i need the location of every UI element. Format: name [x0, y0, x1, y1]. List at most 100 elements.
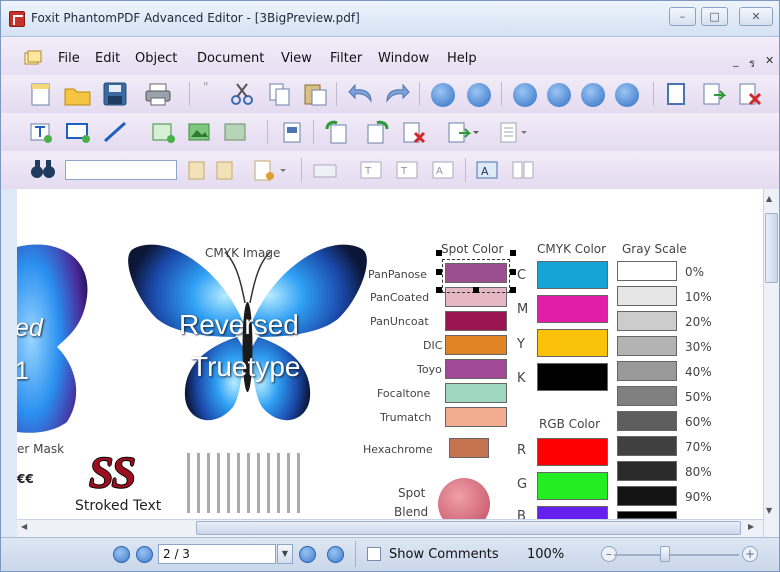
zoom-out-icon[interactable]: [467, 83, 491, 107]
single-page-icon[interactable]: [663, 81, 689, 107]
cmyk-swatch-cyan[interactable]: [537, 261, 608, 289]
gray-swatch-50[interactable]: [617, 386, 677, 406]
page-properties-icon[interactable]: [279, 119, 307, 145]
shape-tool-icon[interactable]: [63, 119, 93, 145]
line-tool-icon[interactable]: [101, 119, 131, 145]
zoom-in-button[interactable]: +: [742, 546, 758, 562]
cmyk-swatch-yellow[interactable]: [537, 329, 608, 357]
copy-icon[interactable]: [265, 81, 295, 107]
undo-small-icon[interactable]: ": [200, 81, 220, 107]
paste-icon[interactable]: [301, 81, 331, 107]
gray-swatch-30[interactable]: [617, 336, 677, 356]
export-page-icon[interactable]: [699, 81, 729, 107]
save-icon[interactable]: [101, 81, 129, 107]
gray-swatch-80[interactable]: [617, 461, 677, 481]
selection-handle[interactable]: [436, 269, 442, 275]
undo-icon[interactable]: [347, 81, 377, 107]
scroll-right-arrow-icon[interactable]: ▶: [748, 522, 754, 531]
redo-icon[interactable]: [381, 81, 411, 107]
find-previous-icon[interactable]: [183, 157, 213, 183]
last-page-nav-icon[interactable]: [327, 546, 344, 563]
text-field-icon[interactable]: T: [393, 157, 423, 183]
zoom-slider-track[interactable]: [614, 554, 739, 556]
rgb-swatch-blue[interactable]: [537, 506, 608, 519]
horizontal-scroll-thumb[interactable]: [196, 521, 741, 535]
selection-handle[interactable]: [510, 269, 516, 275]
spot-swatch-focaltone[interactable]: [445, 383, 507, 403]
gray-swatch-90[interactable]: [617, 486, 677, 506]
show-comments-checkbox[interactable]: [367, 547, 381, 561]
doc-restore-button[interactable]: ร: [749, 54, 755, 72]
open-folder-icon[interactable]: [63, 81, 93, 107]
insert-pages-icon[interactable]: [445, 119, 479, 145]
gray-swatch-100[interactable]: [617, 511, 677, 519]
page-layout-icon[interactable]: [495, 119, 529, 145]
form-field-icon[interactable]: [309, 157, 339, 183]
delete-pages-icon[interactable]: [399, 119, 429, 145]
cut-icon[interactable]: [227, 81, 257, 107]
rotate-right-icon[interactable]: [361, 119, 391, 145]
zoom-in-icon[interactable]: [431, 83, 455, 107]
gray-swatch-10[interactable]: [617, 286, 677, 306]
menu-object[interactable]: Object: [135, 51, 177, 66]
rotate-left-icon[interactable]: [323, 119, 353, 145]
doc-close-button[interactable]: ✕: [765, 54, 774, 67]
cmyk-swatch-black[interactable]: [537, 363, 608, 391]
foxit-app-icon[interactable]: [9, 11, 25, 27]
next-page-icon[interactable]: [581, 83, 605, 107]
text-tool-icon[interactable]: [27, 119, 55, 145]
spot-swatch-trumatch[interactable]: [445, 407, 507, 427]
gray-swatch-60[interactable]: [617, 411, 677, 431]
page-dropdown-button[interactable]: ▼: [277, 544, 293, 564]
menu-file[interactable]: File: [58, 51, 80, 66]
next-page-nav-icon[interactable]: [299, 546, 316, 563]
zoom-slider-thumb[interactable]: [660, 546, 670, 562]
scroll-down-arrow-icon[interactable]: ▼: [766, 506, 772, 515]
first-page-nav-icon[interactable]: [113, 546, 130, 563]
spot-swatch-panuncoat[interactable]: [445, 311, 507, 331]
gray-swatch-70[interactable]: [617, 436, 677, 456]
selection-handle[interactable]: [473, 287, 479, 293]
menu-filter[interactable]: Filter: [330, 51, 362, 66]
selection-handle[interactable]: [510, 250, 516, 256]
find-binoculars-icon[interactable]: [29, 157, 57, 183]
spot-blend-circle[interactable]: [438, 478, 490, 519]
spot-swatch-hexachrome[interactable]: [449, 438, 489, 458]
menu-help[interactable]: Help: [447, 51, 477, 66]
rgb-swatch-red[interactable]: [537, 438, 608, 466]
gray-swatch-0[interactable]: [617, 261, 677, 281]
column-view-icon[interactable]: [509, 157, 539, 183]
text-box-icon[interactable]: T: [357, 157, 387, 183]
gray-swatch-20[interactable]: [617, 311, 677, 331]
image-tool-icon[interactable]: [149, 119, 179, 145]
scroll-up-arrow-icon[interactable]: ▲: [766, 194, 772, 203]
page-number-input[interactable]: 2 / 3: [158, 544, 276, 564]
minimize-button[interactable]: –: [669, 7, 696, 26]
insert-image-icon[interactable]: [185, 119, 215, 145]
gray-swatch-40[interactable]: [617, 361, 677, 381]
document-canvas[interactable]: ed 1 er Mask €€ CMYK Image: [17, 189, 763, 519]
first-page-icon[interactable]: [513, 83, 537, 107]
maximize-button[interactable]: □: [701, 7, 728, 26]
scroll-left-arrow-icon[interactable]: ◀: [21, 522, 27, 531]
previous-page-nav-icon[interactable]: [136, 546, 153, 563]
selection-handle[interactable]: [436, 287, 442, 293]
delete-page-icon[interactable]: [735, 81, 765, 107]
new-document-icon[interactable]: [27, 81, 55, 107]
cmyk-swatch-magenta[interactable]: [537, 295, 608, 323]
vertical-scroll-thumb[interactable]: [765, 213, 778, 283]
close-button[interactable]: ✕: [739, 7, 773, 26]
find-options-icon[interactable]: [249, 157, 289, 183]
spot-swatch-dic[interactable]: [445, 335, 507, 355]
menu-document[interactable]: Document: [197, 51, 264, 66]
shading-tool-icon[interactable]: [221, 119, 251, 145]
selection-handle[interactable]: [510, 287, 516, 293]
all-text-icon[interactable]: A: [429, 157, 459, 183]
selection-handle[interactable]: [436, 250, 442, 256]
menu-edit[interactable]: Edit: [95, 51, 120, 66]
search-input[interactable]: [65, 160, 177, 180]
rgb-swatch-green[interactable]: [537, 472, 608, 500]
last-page-icon[interactable]: [615, 83, 639, 107]
find-next-icon[interactable]: [211, 157, 241, 183]
menu-view[interactable]: View: [281, 51, 312, 66]
